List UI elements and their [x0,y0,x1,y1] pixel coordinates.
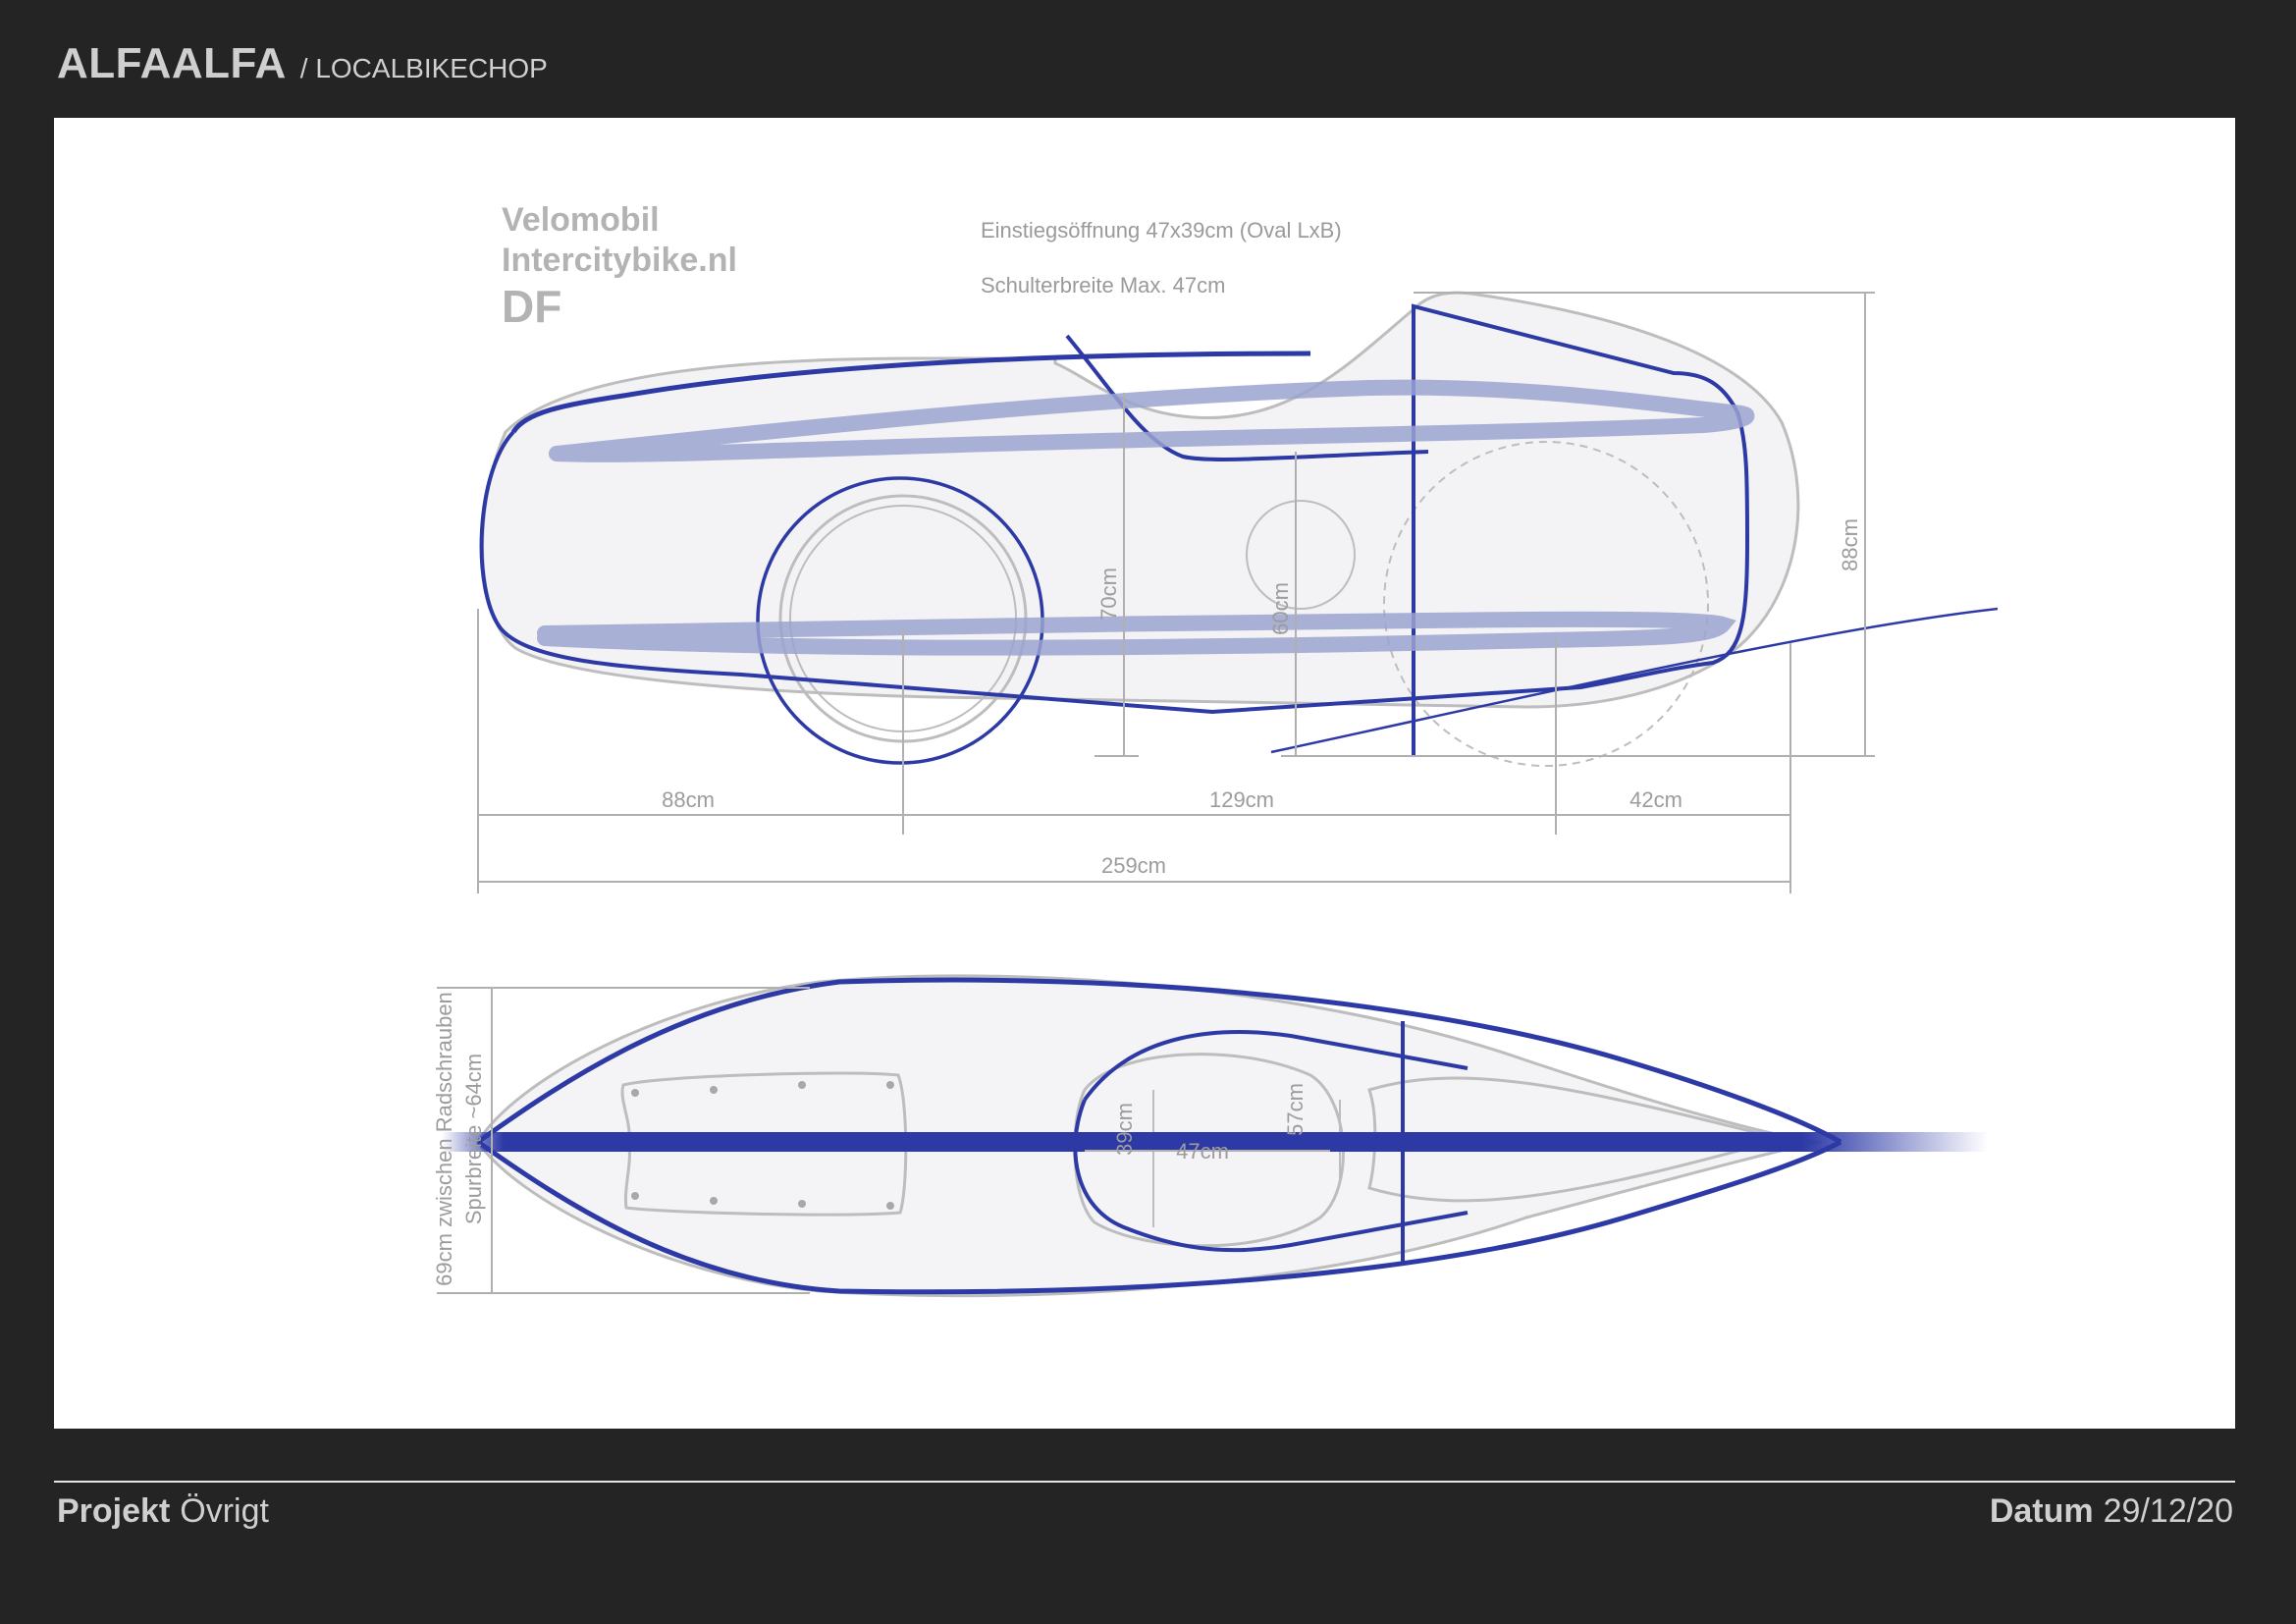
dim-track-bolts: 69cm zwischen Radschrauben [432,992,456,1286]
project-info: Projekt Övrigt [57,1492,269,1531]
page-header: ALFAALFA / LOCALBIKECHOP [57,39,548,108]
project-label: Projekt [57,1492,171,1530]
maker-line-3: DF [502,281,561,332]
footer-divider [54,1481,2235,1483]
maker-line-1: Velomobil [502,201,660,239]
dim-top-width-47: 47cm [1176,1139,1229,1164]
velomobile-drawing: Velomobil Intercitybike.nl DF Einstiegsö… [432,201,1999,1298]
dim-wheelbase: 129cm [1209,787,1274,812]
dim-front-length: 88cm [662,787,715,812]
drawing-sheet: Velomobil Intercitybike.nl DF Einstiegsö… [54,118,2235,1429]
dim-total-length: 259cm [1101,853,1166,878]
note-entry-opening: Einstiegsöffnung 47x39cm (Oval LxB) [981,218,1342,243]
note-shoulder-width: Schulterbreite Max. 47cm [981,273,1225,298]
date-value: 29/12/20 [2103,1492,2233,1530]
side-view-reference [481,291,1800,767]
dim-height-88: 88cm [1838,518,1862,571]
maker-line-2: Intercitybike.nl [502,242,737,279]
dim-rear-length: 42cm [1629,787,1682,812]
brand-title: ALFAALFA [57,39,287,87]
date-label: Datum [1989,1492,2094,1530]
dim-height-70: 70cm [1096,568,1121,621]
dim-top-57: 57cm [1283,1083,1308,1136]
date-info: Datum 29/12/20 [1990,1492,2233,1531]
project-value: Övrigt [180,1492,269,1530]
brand-subtitle: / LOCALBIKECHOP [299,53,548,83]
dim-height-60: 60cm [1268,582,1293,635]
dim-top-39: 39cm [1112,1103,1137,1156]
dim-track-width: Spurbreite ~64cm [461,1054,486,1224]
